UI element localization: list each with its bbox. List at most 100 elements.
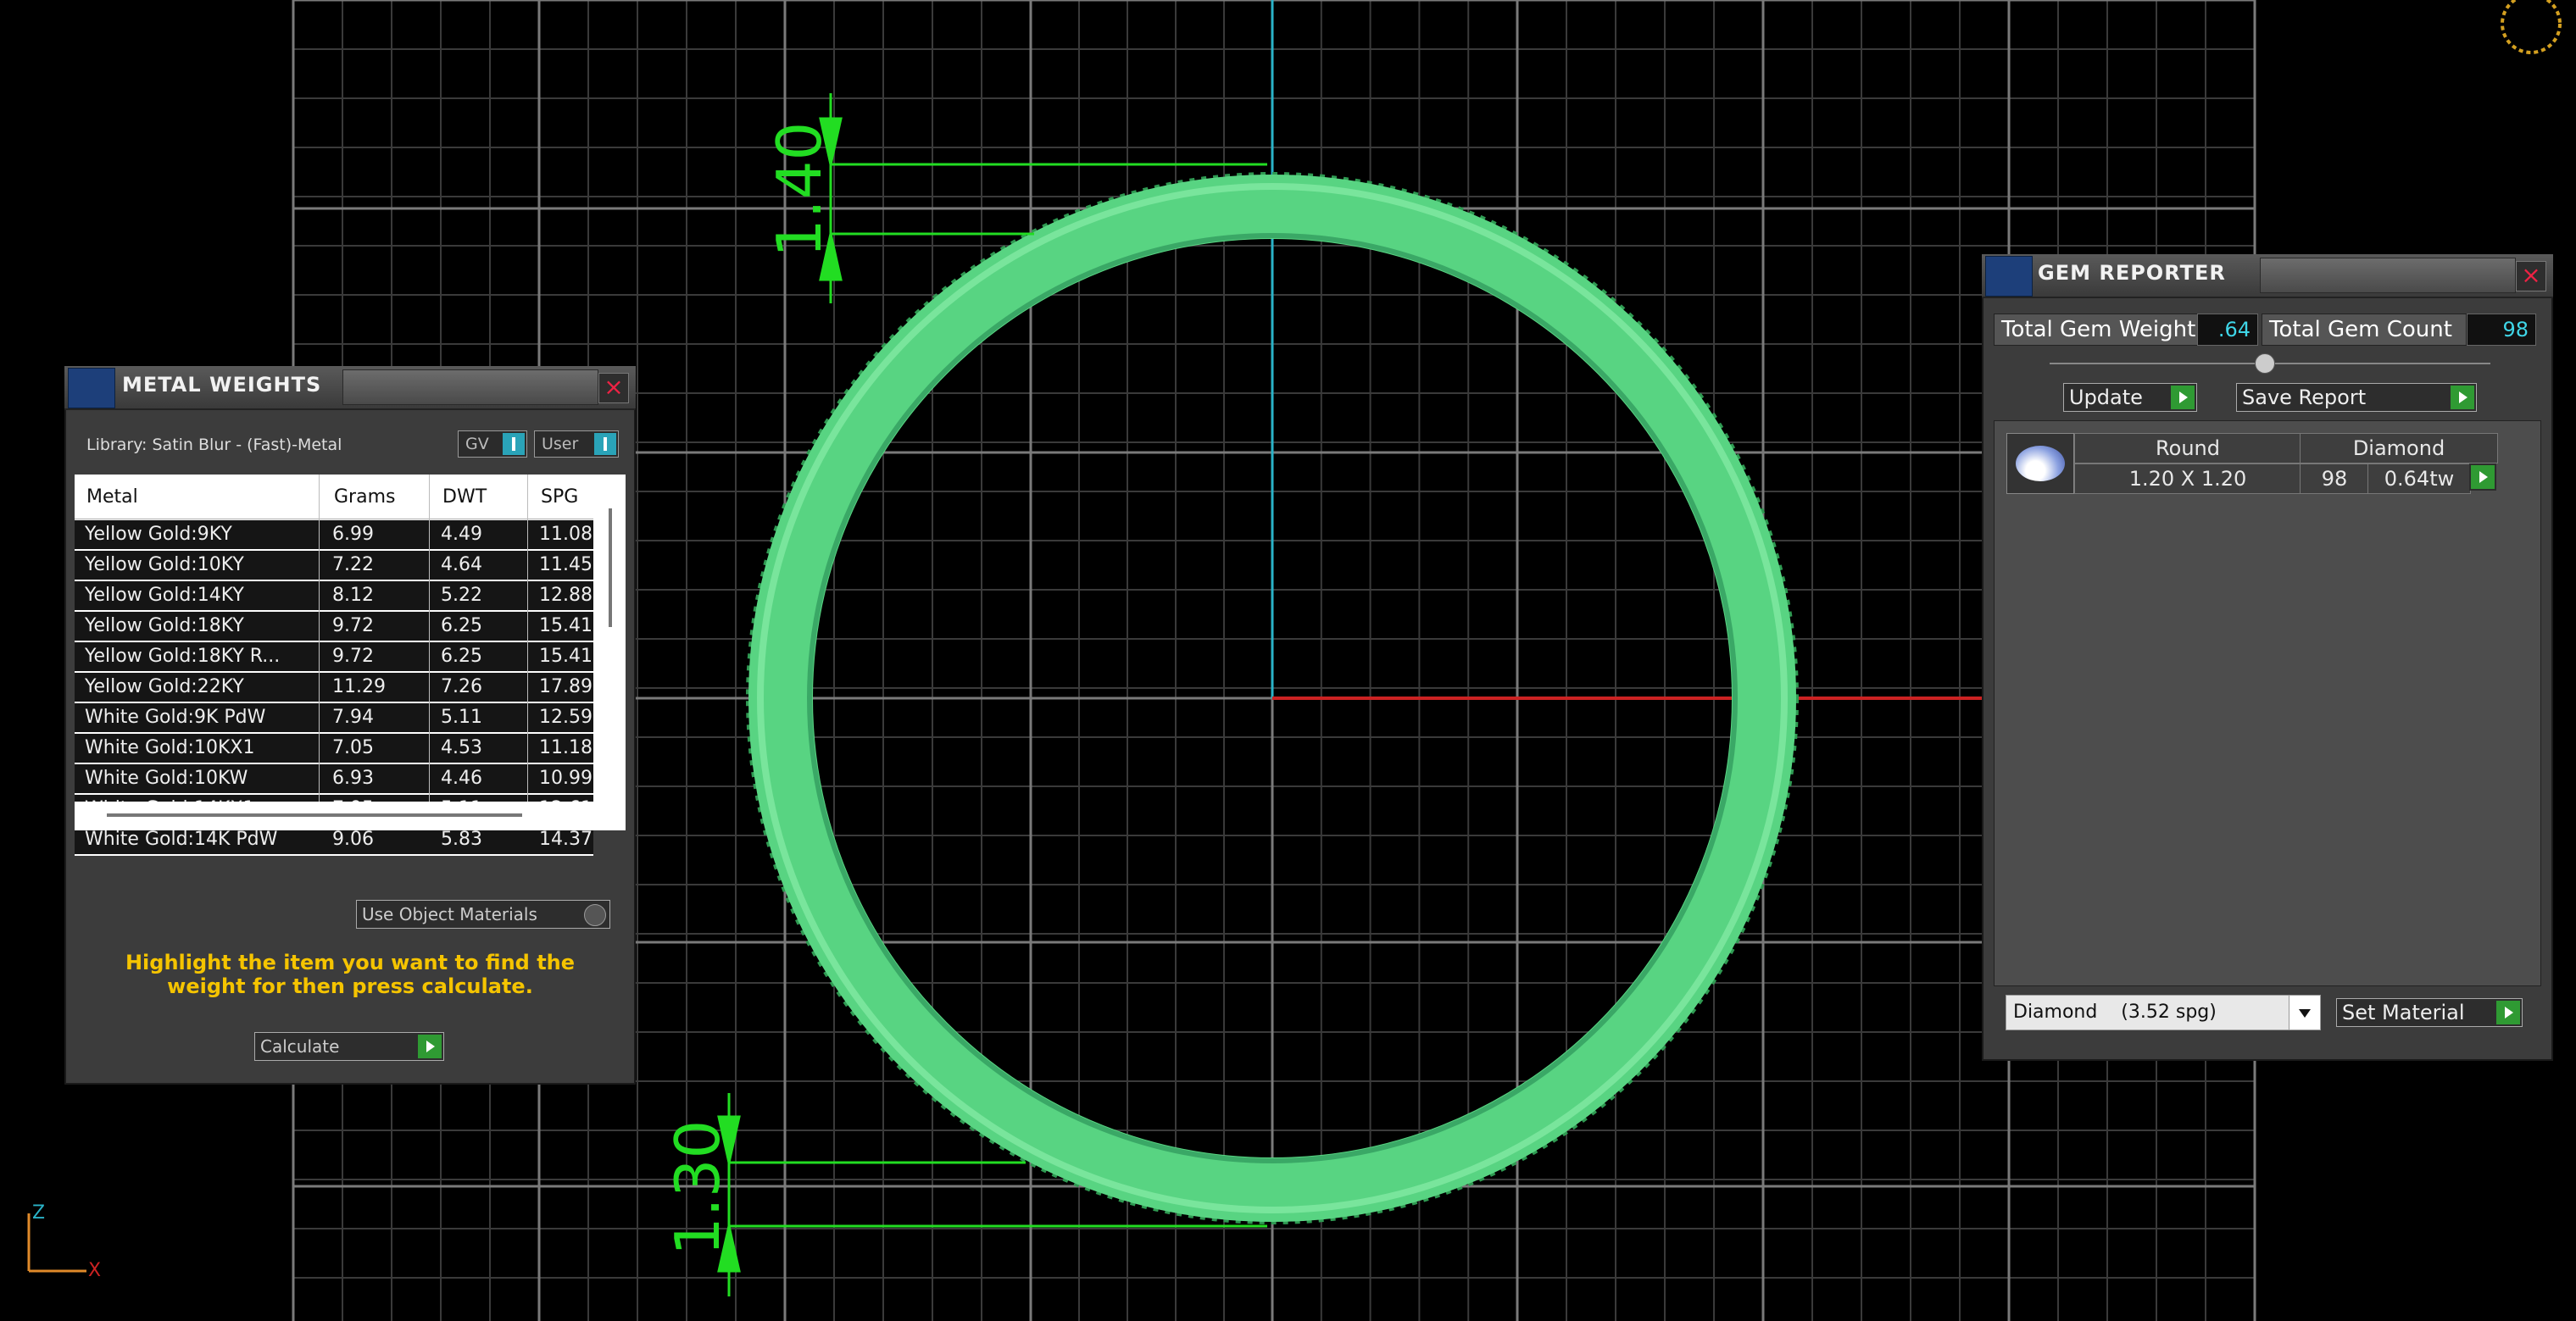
dwt-cell: 4.64 xyxy=(441,554,482,575)
save-report-button[interactable]: Save Report xyxy=(2236,383,2477,412)
gv-toggle-indicator xyxy=(503,433,525,455)
axis-gizmo: Z X xyxy=(27,1202,101,1281)
dimension-top-label: 1.40 xyxy=(764,122,835,258)
metal-cell: White Gold:10KX1 xyxy=(85,737,255,758)
metal-cell: White Gold:14K PdW xyxy=(85,829,278,850)
axis-z-label: Z xyxy=(32,1202,45,1224)
gv-toggle-label: GV xyxy=(465,435,489,453)
col-divider xyxy=(527,475,528,830)
table-row[interactable]: Yellow Gold:10KY 7.22 4.64 11.45 xyxy=(75,551,593,581)
col-grams[interactable]: Grams xyxy=(334,486,395,508)
gv-toggle[interactable]: GV xyxy=(458,430,527,458)
metal-weights-titlebar[interactable]: METAL WEIGHTS × xyxy=(64,366,636,410)
dwt-cell: 5.83 xyxy=(441,829,482,850)
dwt-cell: 5.22 xyxy=(441,585,482,606)
hscroll-thumb[interactable] xyxy=(107,813,522,817)
grams-cell: 7.22 xyxy=(332,554,374,575)
play-icon xyxy=(2471,465,2495,489)
table-row[interactable]: White Gold:10KX1 7.05 4.53 11.18 xyxy=(75,734,593,764)
dimension-bottom-label: 1.30 xyxy=(662,1120,733,1256)
gem-reporter-titlebar[interactable]: GEM REPORTER × xyxy=(1982,254,2553,298)
play-icon xyxy=(2451,386,2474,409)
metal-weights-close-button[interactable]: × xyxy=(598,373,629,403)
gem-reporter-app-icon xyxy=(1985,256,2033,297)
gem-reporter-close-button[interactable]: × xyxy=(2516,261,2546,291)
gem-size: 1.20 X 1.20 xyxy=(2074,463,2301,494)
dwt-cell: 6.25 xyxy=(441,646,482,667)
use-object-materials-toggle[interactable]: Use Object Materials xyxy=(356,900,610,929)
user-toggle-label: User xyxy=(542,435,579,453)
table-row[interactable]: Yellow Gold:14KY 8.12 5.22 12.88 xyxy=(75,581,593,612)
metal-table[interactable]: Metal Grams DWT SPG Yellow Gold:9KY 6.99 4… xyxy=(75,475,626,856)
metal-weights-panel: METAL WEIGHTS × Library: Satin Blur - (F… xyxy=(64,366,636,1085)
table-row[interactable]: Yellow Gold:22KY 11.29 7.26 17.89 xyxy=(75,673,593,703)
metal-table-header: Metal Grams DWT SPG xyxy=(75,475,593,519)
calculate-button[interactable]: Calculate xyxy=(254,1032,444,1061)
spg-cell: 17.89 xyxy=(539,676,593,697)
save-report-label: Save Report xyxy=(2242,386,2367,409)
metal-cell: Yellow Gold:14KY xyxy=(85,585,244,606)
update-label: Update xyxy=(2069,386,2143,409)
total-gem-weight-value: .64 xyxy=(2197,314,2258,346)
table-row[interactable]: Yellow Gold:18KY R... 9.72 6.25 15.41 xyxy=(75,642,593,673)
metal-weights-app-icon xyxy=(68,368,115,408)
grams-cell: 9.72 xyxy=(332,646,374,667)
splitter-knob[interactable] xyxy=(2255,353,2275,374)
titlebar-tab xyxy=(342,369,598,405)
dwt-cell: 4.53 xyxy=(441,737,482,758)
gem-material: Diamond xyxy=(2300,433,2498,463)
table-row[interactable]: Yellow Gold:9KY 6.99 4.49 11.08 xyxy=(75,520,593,551)
vscroll-thumb[interactable] xyxy=(609,508,612,627)
metal-cell: Yellow Gold:10KY xyxy=(85,554,244,575)
total-gem-count-label: Total Gem Count xyxy=(2262,314,2467,346)
metal-weights-hint: Highlight the item you want to find the … xyxy=(125,951,576,998)
gem-row[interactable]: Round Diamond 1.20 X 1.20 98 0.64tw xyxy=(2006,433,2498,494)
metal-cell: Yellow Gold:9KY xyxy=(85,524,232,545)
grams-cell: 11.29 xyxy=(332,676,386,697)
update-button[interactable]: Update xyxy=(2063,383,2197,412)
metal-table-vscroll[interactable] xyxy=(595,475,626,802)
col-spg[interactable]: SPG xyxy=(541,486,578,508)
dwt-cell: 4.46 xyxy=(441,768,482,789)
gem-list[interactable]: Round Diamond 1.20 X 1.20 98 0.64tw xyxy=(1994,420,2541,986)
spg-cell: 10.99 xyxy=(539,768,593,789)
use-object-materials-label: Use Object Materials xyxy=(362,904,537,924)
user-toggle[interactable]: User xyxy=(534,430,619,458)
spg-cell: 11.45 xyxy=(539,554,593,575)
metal-cell: Yellow Gold:18KY R... xyxy=(85,646,281,667)
library-label: Library: Satin Blur - (Fast)-Metal xyxy=(86,436,342,454)
col-metal[interactable]: Metal xyxy=(86,486,138,508)
gem-count: 98 xyxy=(2300,463,2369,494)
gem-reporter-panel: GEM REPORTER × Total Gem Weight .64 Tota… xyxy=(1982,254,2553,1061)
chevron-down-icon[interactable] xyxy=(2289,996,2320,1030)
grams-cell: 6.99 xyxy=(332,524,374,545)
gem-thumbnail-icon xyxy=(2006,433,2074,494)
titlebar-tab xyxy=(2260,258,2516,293)
dwt-cell: 5.11 xyxy=(441,707,482,728)
table-row[interactable]: Yellow Gold:18KY 9.72 6.25 15.41 xyxy=(75,612,593,642)
spg-cell: 11.08 xyxy=(539,524,593,545)
material-select[interactable]: Diamond (3.52 spg) xyxy=(2006,995,2321,1030)
axis-x-label: X xyxy=(88,1260,101,1281)
set-material-button[interactable]: Set Material xyxy=(2336,998,2523,1027)
spg-cell: 15.41 xyxy=(539,615,593,636)
table-row[interactable]: White Gold:10KW 6.93 4.46 10.99 xyxy=(75,764,593,795)
metal-table-hscroll[interactable] xyxy=(75,802,626,830)
total-gem-weight-label: Total Gem Weight xyxy=(1994,314,2206,346)
view-cube-icon[interactable] xyxy=(2501,0,2562,54)
metal-cell: White Gold:9K PdW xyxy=(85,707,266,728)
user-toggle-indicator xyxy=(594,433,616,455)
gem-detail-button[interactable] xyxy=(2469,463,2496,491)
material-select-value: Diamond (3.52 spg) xyxy=(2013,1002,2217,1023)
grams-cell: 8.12 xyxy=(332,585,374,606)
table-row[interactable]: White Gold:9K PdW 7.94 5.11 12.59 xyxy=(75,703,593,734)
grams-cell: 7.94 xyxy=(332,707,374,728)
set-material-label: Set Material xyxy=(2342,1001,2465,1024)
col-dwt[interactable]: DWT xyxy=(442,486,487,508)
play-icon xyxy=(2496,1001,2520,1024)
dwt-cell: 4.49 xyxy=(441,524,482,545)
grams-cell: 9.06 xyxy=(332,829,374,850)
metal-cell: Yellow Gold:18KY xyxy=(85,615,244,636)
radio-indicator xyxy=(584,904,606,926)
col-divider xyxy=(429,475,430,830)
